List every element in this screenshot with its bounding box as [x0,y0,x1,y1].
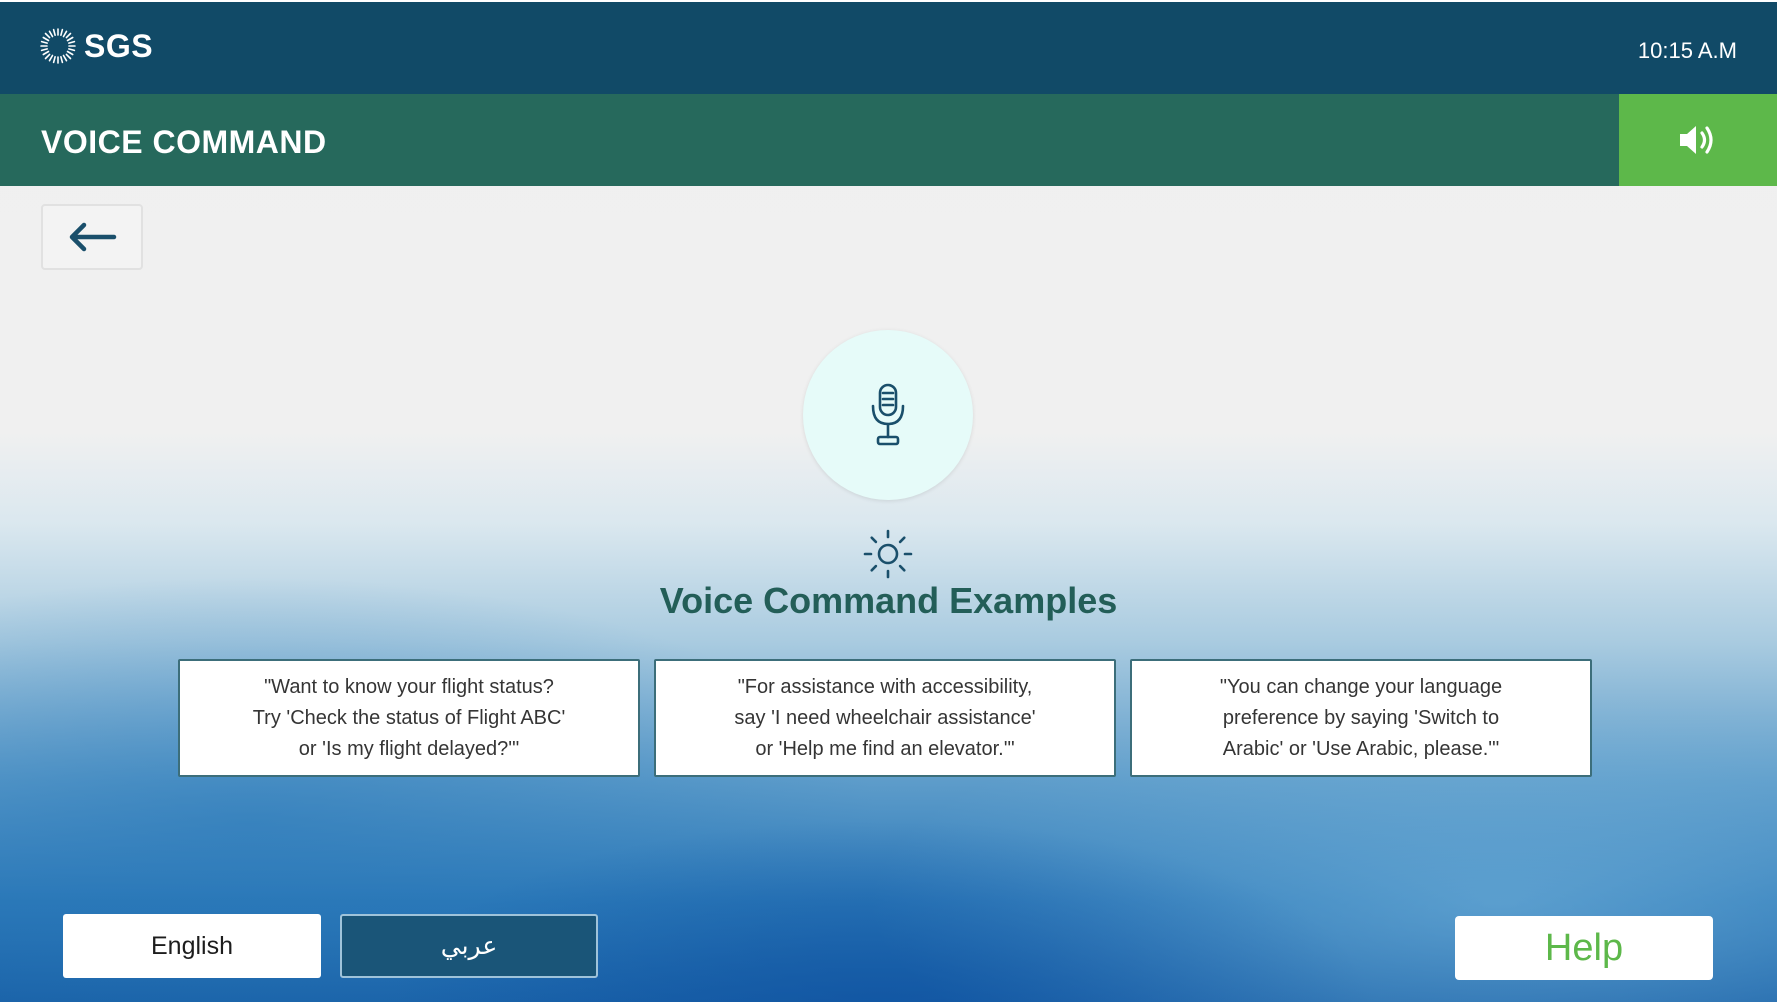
examples-list: "Want to know your flight status? Try 'C… [178,659,1592,777]
sun-icon [863,529,913,579]
help-button[interactable]: Help [1455,916,1713,980]
example-card-language: "You can change your language preference… [1130,659,1592,777]
example-card-flight-status: "Want to know your flight status? Try 'C… [178,659,640,777]
sgs-logo-icon [40,28,76,64]
microphone-icon [871,383,905,446]
english-language-button[interactable]: English [63,914,321,978]
example-card-accessibility: "For assistance with accessibility, say … [654,659,1116,777]
back-button[interactable] [41,204,143,270]
sgs-logo: SGS [38,26,153,66]
logo-text: SGS [84,27,154,64]
sound-button[interactable] [1619,94,1777,186]
page-title: VOICE COMMAND [41,124,327,160]
examples-heading: Voice Command Examples [659,580,1118,621]
microphone-button[interactable] [803,330,973,500]
arabic-language-button[interactable]: عربي [340,914,598,978]
arrow-left-icon [69,222,117,252]
kiosk-screen: SGS 10:15 A.M VOICE COMMAND Voice Comman… [0,2,1777,1002]
speaker-volume-icon [1680,126,1713,154]
top-header: SGS 10:15 A.M [0,2,1777,94]
title-bar: VOICE COMMAND [0,94,1777,186]
clock-time: 10:15 A.M [1637,38,1737,63]
